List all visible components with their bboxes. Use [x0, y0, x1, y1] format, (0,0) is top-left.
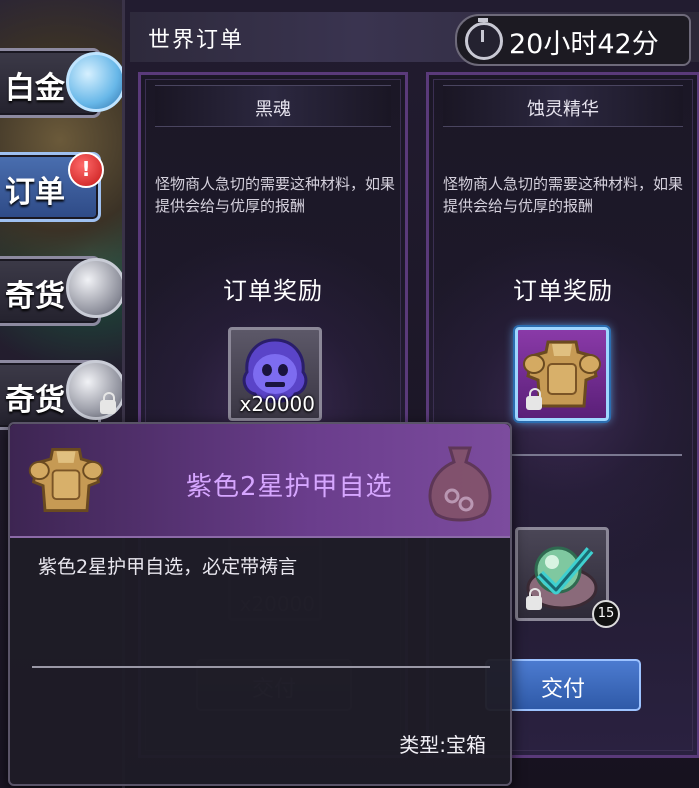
silver-coin-icon [66, 258, 126, 318]
side-tab-label: 奇货 [5, 279, 65, 314]
pouch-icon [428, 446, 492, 522]
window-title: 世界订单 [148, 28, 245, 53]
tooltip-description: 紫色2星护甲自选，必定带祷言 [38, 556, 298, 578]
order-description: 怪物商人急切的需要这种材料，如果提供会给与优厚的报酬 [443, 175, 684, 215]
card-header: 蚀灵精华 [443, 85, 683, 127]
timer-panel: 20小时42分 [455, 14, 691, 66]
side-tab-label: 奇货 [5, 383, 65, 418]
side-tab-label: 订单 [5, 175, 65, 210]
item-tooltip: 紫色2星护甲自选 紫色2星护甲自选，必定带祷言 类型:宝箱 [8, 422, 512, 786]
silver-coin-icon [66, 360, 126, 420]
lock-icon [100, 392, 116, 414]
reward-title: 订单奖励 [223, 277, 323, 305]
reward-slot-armor[interactable] [515, 327, 609, 421]
reward-title: 订单奖励 [513, 277, 613, 305]
order-description: 怪物商人急切的需要这种材料，如果提供会给与优厚的报酬 [155, 175, 396, 215]
timer-text: 20小时42分 [509, 29, 659, 60]
lock-icon [526, 388, 542, 410]
card-header: 黑魂 [155, 85, 391, 127]
armor-chest-icon [28, 448, 104, 512]
tooltip-type: 类型:宝箱 [399, 733, 486, 757]
order-name: 蚀灵精华 [527, 99, 599, 120]
item-count-badge: 15 [592, 600, 620, 628]
progress-line [510, 454, 682, 456]
divider [32, 666, 490, 668]
alert-icon: ! [68, 152, 104, 188]
reward-slot[interactable]: x20000 [228, 327, 322, 421]
tooltip-header: 紫色2星护甲自选 [10, 424, 510, 538]
lock-icon [526, 588, 542, 610]
tooltip-title: 紫色2星护甲自选 [186, 472, 393, 502]
blue-coin-icon [66, 52, 126, 112]
stopwatch-icon [465, 18, 503, 60]
side-tab-label: 白金 [5, 71, 65, 106]
order-name: 黑魂 [255, 99, 291, 120]
reward-quantity: x20000 [239, 392, 315, 416]
secondary-item-slot[interactable]: 15 [515, 527, 620, 628]
